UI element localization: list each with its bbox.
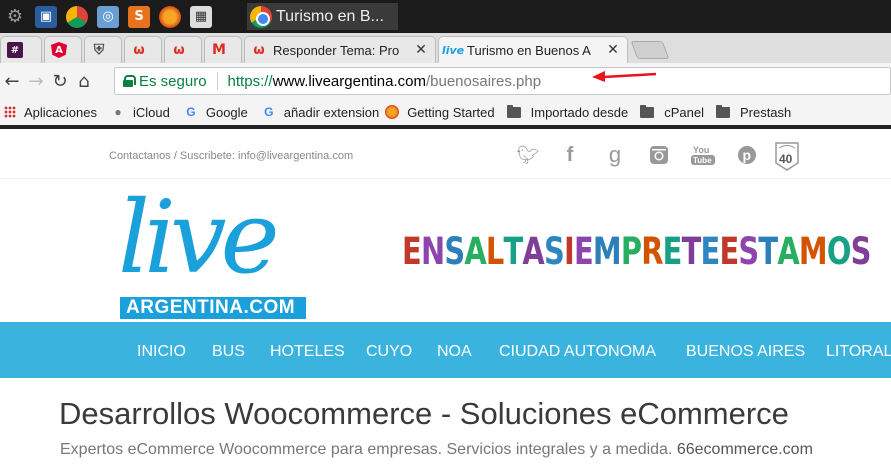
svg-text:You: You bbox=[693, 145, 709, 155]
nav-item-noa[interactable]: NOA bbox=[437, 343, 472, 361]
lock-icon[interactable] bbox=[123, 75, 136, 87]
nav-item-cuyo[interactable]: CUYO bbox=[366, 343, 412, 361]
ad-title-link[interactable]: Desarrollos Woocommerce - Soluciones eCo… bbox=[59, 396, 789, 432]
svg-text:Tube: Tube bbox=[693, 156, 712, 165]
chrome-icon bbox=[250, 5, 272, 28]
folder-icon bbox=[715, 104, 730, 118]
gmail-favicon-icon: M bbox=[212, 42, 226, 58]
tab-w-site-1[interactable]: ω bbox=[124, 36, 162, 63]
os-taskbar: ⚙ ▣ ◎ S ▦ Turismo en B... bbox=[0, 0, 891, 33]
divider bbox=[216, 72, 218, 90]
nav-item-litoral[interactable]: LITORAL bbox=[826, 343, 891, 361]
address-bar[interactable]: Es seguro https://www.liveargentina.com /… bbox=[114, 67, 891, 95]
nav-item-inicio[interactable]: INICIO bbox=[137, 343, 186, 361]
folder-icon bbox=[506, 104, 521, 118]
promo-banner-text: EN SALTA SIEMPRE TE ESTAMOS bbox=[402, 230, 871, 273]
url-host: www.liveargentina.com bbox=[272, 72, 426, 90]
bookmark-google[interactable]: G Google bbox=[184, 105, 248, 120]
folder-icon bbox=[640, 104, 655, 118]
w-favicon-icon: ω bbox=[173, 42, 185, 58]
ad-subtitle: Expertos eCommerce Woocommerce para empr… bbox=[60, 441, 673, 458]
active-window-title: Turismo en B... bbox=[276, 7, 384, 25]
desktop-icon[interactable]: ▣ bbox=[35, 5, 57, 28]
bookmarks-bar: Aplicaciones ● iCloud G Google G añadir … bbox=[0, 99, 891, 125]
google-icon: G bbox=[186, 105, 196, 119]
google-icon: G bbox=[264, 105, 274, 119]
facebook-icon[interactable]: f bbox=[560, 141, 580, 169]
live-favicon-icon: live bbox=[441, 43, 465, 57]
nav-item-hoteles[interactable]: HOTELES bbox=[270, 343, 345, 361]
bookmark-folder-importado[interactable]: Importado desde bbox=[506, 104, 628, 120]
settings-gear-icon[interactable]: ⚙ bbox=[4, 6, 26, 28]
tab-gmail[interactable]: M bbox=[204, 36, 242, 63]
logo-word: live bbox=[118, 179, 280, 296]
chrome-launcher-icon[interactable] bbox=[66, 5, 88, 28]
w-favicon-icon: ω bbox=[133, 42, 145, 58]
bookmark-getting-started[interactable]: Getting Started bbox=[385, 105, 495, 120]
instagram-icon[interactable] bbox=[648, 141, 670, 169]
main-navigation: INICIO BUS HOTELES CUYO NOA CIUDAD AUTON… bbox=[0, 322, 891, 378]
ad-description: Expertos eCommerce Woocommerce para empr… bbox=[60, 441, 813, 459]
bookmark-aplicaciones[interactable]: Aplicaciones bbox=[4, 105, 97, 120]
active-window-button[interactable]: Turismo en B... bbox=[247, 3, 398, 30]
shield-favicon-icon: ⛨ bbox=[93, 42, 105, 58]
tab-shield[interactable]: ⛨ bbox=[84, 36, 122, 63]
youtube-icon[interactable]: You Tube bbox=[691, 141, 715, 169]
logo-sub: ARGENTINA.COM bbox=[126, 297, 296, 318]
apps-grid-icon bbox=[4, 106, 16, 118]
nav-item-bus[interactable]: BUS bbox=[212, 343, 245, 361]
pinterest-icon[interactable]: p bbox=[736, 141, 758, 169]
security-label[interactable]: Es seguro bbox=[139, 73, 207, 90]
site-logo[interactable]: live ARGENTINA.COM bbox=[118, 183, 308, 321]
slack-favicon-icon: # bbox=[7, 42, 23, 58]
w-favicon-icon: ω bbox=[253, 42, 265, 58]
close-icon[interactable]: ✕ bbox=[413, 42, 429, 58]
banner-text: EN SALTA SIEMPRE TE ESTAMOS bbox=[402, 230, 871, 273]
twitter-icon[interactable]: 🐦︎ bbox=[516, 141, 540, 169]
home-icon[interactable]: ⌂ bbox=[72, 71, 96, 92]
red-arrow-annotation bbox=[592, 71, 657, 82]
bookmark-folder-prestashop[interactable]: Prestash bbox=[715, 104, 791, 120]
sublime-text-icon[interactable]: S bbox=[128, 5, 150, 28]
tab-w-site-2[interactable]: ω bbox=[164, 36, 202, 63]
chromium-launcher-icon[interactable]: ◎ bbox=[97, 5, 119, 28]
tab-responder-tema[interactable]: ω Responder Tema: Pro ✕ bbox=[244, 36, 436, 63]
tab-angular[interactable]: A bbox=[44, 36, 82, 63]
contact-text[interactable]: Contactanos / Suscribete: info@liveargen… bbox=[109, 150, 353, 162]
anniversary-badge: 40 bbox=[773, 137, 801, 171]
firefox-launcher-icon[interactable] bbox=[159, 5, 181, 28]
browser-toolbar: ← → ↻ ⌂ Es seguro https://www.liveargent… bbox=[0, 63, 891, 99]
ad-domain[interactable]: 66ecommerce.com bbox=[677, 441, 813, 458]
firefox-icon bbox=[385, 105, 400, 119]
back-arrow-icon[interactable]: ← bbox=[0, 71, 24, 92]
google-plus-icon[interactable]: g bbox=[604, 141, 626, 169]
close-icon[interactable]: ✕ bbox=[605, 42, 621, 58]
new-tab-button[interactable] bbox=[630, 41, 670, 59]
url-path: /buenosaires.php bbox=[425, 72, 542, 90]
svg-text:p: p bbox=[743, 147, 752, 163]
browser-tabstrip: # A ⛨ ω ω M ω Responder Tema: Pro ✕ live… bbox=[0, 33, 891, 63]
reload-icon[interactable]: ↻ bbox=[48, 71, 72, 92]
tab-slack[interactable]: # bbox=[0, 36, 42, 63]
site-top-bar: Contactanos / Suscribete: info@liveargen… bbox=[0, 129, 891, 179]
bookmark-icloud[interactable]: ● iCloud bbox=[111, 105, 169, 120]
tab-title: Responder Tema: Pro bbox=[273, 42, 400, 58]
forward-arrow-icon[interactable]: → bbox=[24, 71, 48, 92]
url-scheme: https:// bbox=[227, 72, 273, 90]
apple-icon: ● bbox=[114, 105, 122, 119]
calculator-icon[interactable]: ▦ bbox=[190, 5, 212, 28]
angular-favicon-icon: A bbox=[51, 42, 67, 58]
badge-number: 40 bbox=[779, 152, 793, 166]
tab-turismo-buenos-aires[interactable]: live Turismo en Buenos A ✕ bbox=[438, 36, 628, 63]
bookmark-anadir-extension[interactable]: G añadir extension bbox=[262, 105, 379, 120]
nav-item-buenos-aires[interactable]: BUENOS AIRES bbox=[686, 343, 805, 361]
logo-sub-bar: ARGENTINA.COM bbox=[120, 297, 306, 319]
bookmark-folder-cpanel[interactable]: cPanel bbox=[640, 104, 704, 120]
tab-title: Turismo en Buenos A bbox=[467, 42, 591, 58]
nav-item-ciudad-autonoma[interactable]: CIUDAD AUTONOMA bbox=[499, 343, 656, 361]
